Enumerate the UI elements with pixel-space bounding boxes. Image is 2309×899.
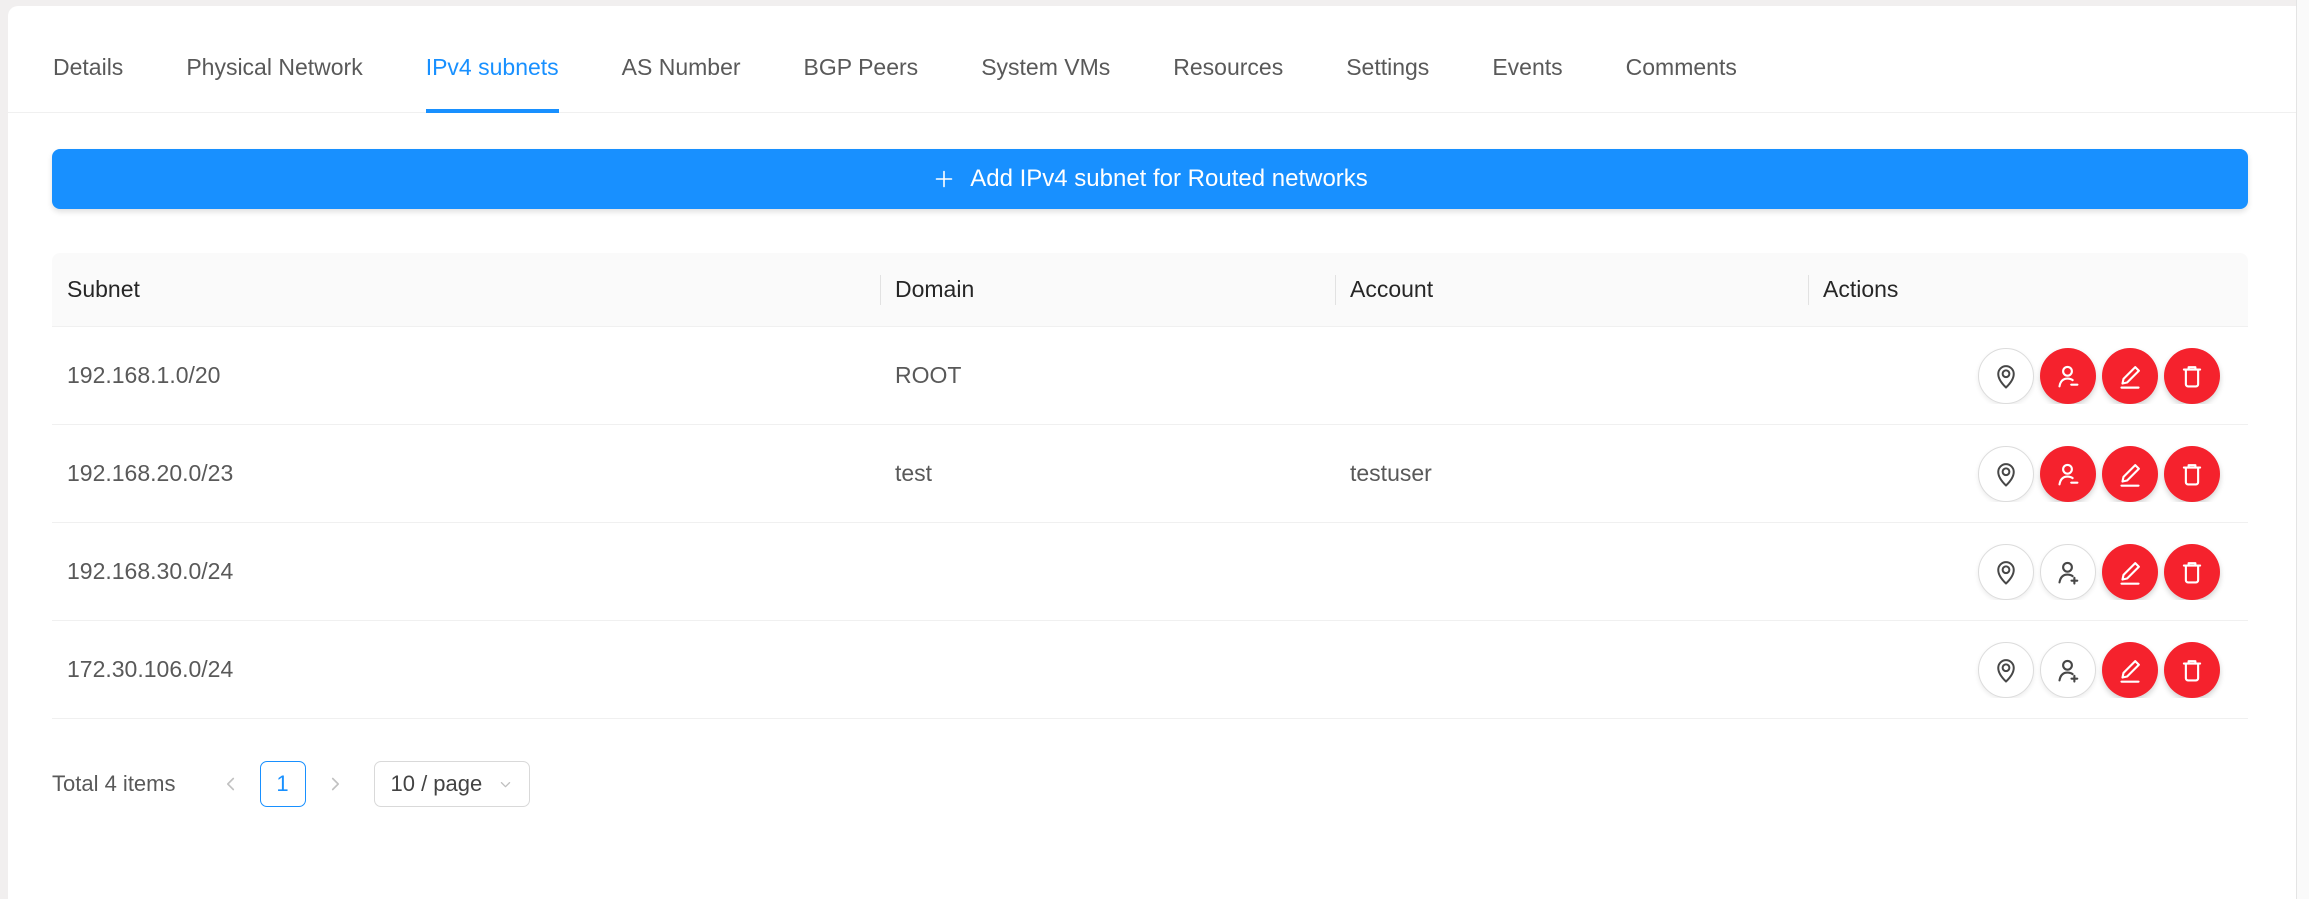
page-size-select[interactable]: 10 / page: [374, 761, 531, 807]
access-button[interactable]: [1978, 544, 2034, 600]
add-ipv4-subnet-label: Add IPv4 subnet for Routed networks: [970, 165, 1368, 193]
dedicate-account-button[interactable]: [2040, 544, 2096, 600]
column-header-domain: Domain: [880, 276, 1335, 303]
edit-pencil-icon: [2115, 361, 2145, 391]
edit-pencil-icon: [2115, 655, 2145, 685]
access-button[interactable]: [1978, 642, 2034, 698]
edit-subnet-button[interactable]: [2102, 642, 2158, 698]
table-row: 192.168.30.0/24: [52, 523, 2248, 621]
page-size-value: 10 / page: [391, 771, 483, 797]
previous-page-button[interactable]: [218, 771, 244, 797]
trash-icon: [2177, 361, 2207, 391]
access-button[interactable]: [1978, 348, 2034, 404]
page-number-button[interactable]: 1: [260, 761, 306, 807]
content-card: Details Physical Network IPv4 subnets AS…: [8, 6, 2296, 899]
chevron-left-icon: [220, 773, 242, 795]
environment-pin-icon: [1991, 459, 2021, 489]
table-row: 192.168.1.0/20 ROOT: [52, 327, 2248, 425]
subnet-cell: 192.168.1.0/20: [52, 362, 880, 389]
access-button[interactable]: [1978, 446, 2034, 502]
trash-icon: [2177, 459, 2207, 489]
user-minus-icon: [2053, 361, 2083, 391]
account-cell: testuser: [1335, 460, 1808, 487]
domain-cell: ROOT: [880, 362, 1335, 389]
actions-cell: [1808, 446, 2248, 502]
pagination: Total 4 items 1 10 / page: [52, 761, 2248, 807]
environment-pin-icon: [1991, 557, 2021, 587]
user-plus-icon: [2053, 557, 2083, 587]
edit-subnet-button[interactable]: [2102, 544, 2158, 600]
detail-tabs: Details Physical Network IPv4 subnets AS…: [8, 6, 2296, 113]
pagination-total-label: Total 4 items: [52, 771, 176, 797]
delete-subnet-button[interactable]: [2164, 446, 2220, 502]
tab-ipv4-subnets[interactable]: IPv4 subnets: [426, 54, 559, 81]
tab-comments[interactable]: Comments: [1626, 54, 1737, 81]
actions-cell: [1808, 348, 2248, 404]
delete-subnet-button[interactable]: [2164, 348, 2220, 404]
ipv4-subnets-table: Subnet Domain Account Actions 192.168.1.…: [52, 253, 2248, 719]
tab-resources[interactable]: Resources: [1173, 54, 1283, 81]
tab-physical-network[interactable]: Physical Network: [186, 54, 362, 81]
trash-icon: [2177, 655, 2207, 685]
tab-details[interactable]: Details: [53, 54, 123, 81]
delete-subnet-button[interactable]: [2164, 642, 2220, 698]
chevron-down-icon: [498, 777, 513, 792]
subnet-cell: 192.168.30.0/24: [52, 558, 880, 585]
edit-subnet-button[interactable]: [2102, 348, 2158, 404]
delete-subnet-button[interactable]: [2164, 544, 2220, 600]
release-dedication-button[interactable]: [2040, 446, 2096, 502]
tab-settings[interactable]: Settings: [1346, 54, 1429, 81]
column-header-subnet: Subnet: [52, 276, 880, 303]
table-header-row: Subnet Domain Account Actions: [52, 253, 2248, 327]
edit-pencil-icon: [2115, 557, 2145, 587]
scrollbar[interactable]: [2296, 0, 2309, 899]
subnet-cell: 192.168.20.0/23: [52, 460, 880, 487]
environment-pin-icon: [1991, 655, 2021, 685]
plus-icon: [932, 167, 956, 191]
tab-bgp-peers[interactable]: BGP Peers: [804, 54, 919, 81]
user-minus-icon: [2053, 459, 2083, 489]
dedicate-account-button[interactable]: [2040, 642, 2096, 698]
environment-pin-icon: [1991, 361, 2021, 391]
user-plus-icon: [2053, 655, 2083, 685]
edit-pencil-icon: [2115, 459, 2145, 489]
tab-system-vms[interactable]: System VMs: [981, 54, 1110, 81]
subnet-cell: 172.30.106.0/24: [52, 656, 880, 683]
table-row: 192.168.20.0/23 test testuser: [52, 425, 2248, 523]
tab-as-number[interactable]: AS Number: [622, 54, 741, 81]
column-header-actions: Actions: [1808, 276, 2248, 303]
add-ipv4-subnet-button[interactable]: Add IPv4 subnet for Routed networks: [52, 149, 2248, 209]
trash-icon: [2177, 557, 2207, 587]
domain-cell: test: [880, 460, 1335, 487]
table-row: 172.30.106.0/24: [52, 621, 2248, 719]
next-page-button[interactable]: [322, 771, 348, 797]
release-dedication-button[interactable]: [2040, 348, 2096, 404]
chevron-right-icon: [324, 773, 346, 795]
column-header-account: Account: [1335, 276, 1808, 303]
actions-cell: [1808, 544, 2248, 600]
actions-cell: [1808, 642, 2248, 698]
tab-events[interactable]: Events: [1492, 54, 1562, 81]
edit-subnet-button[interactable]: [2102, 446, 2158, 502]
